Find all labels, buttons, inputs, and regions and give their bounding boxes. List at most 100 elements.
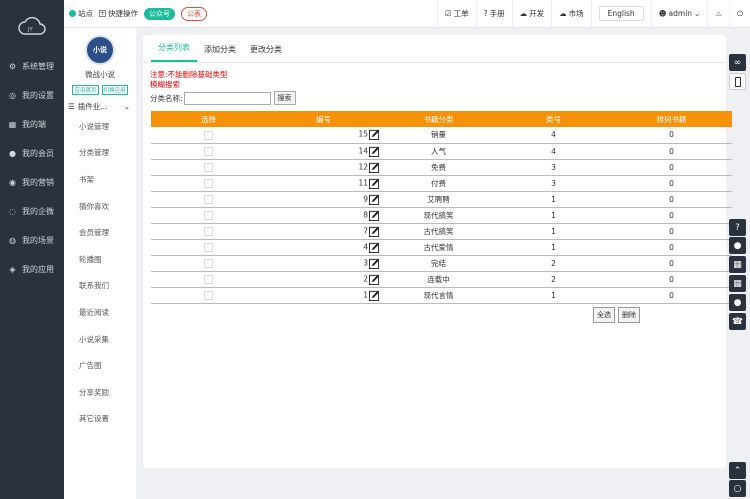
category-cell: 现代搞笑 [381, 207, 496, 224]
main-nav-item[interactable]: ▦ 我的端 [0, 110, 64, 139]
submenu-item[interactable]: 小说采集 [64, 326, 136, 353]
select-cell [151, 175, 266, 192]
edit-icon[interactable] [369, 242, 380, 253]
submenu-item[interactable]: 最近阅读 [64, 299, 136, 326]
brand-logo[interactable]: JY [0, 0, 64, 52]
official-account-tag[interactable]: 公众号 [144, 7, 175, 20]
edit-icon[interactable] [369, 129, 380, 141]
sort-cell: 0 [611, 223, 732, 240]
user-icon: ☻ [658, 9, 667, 18]
qrcode-icon: ▦ [733, 278, 742, 289]
tab-item[interactable]: 添加分类 [197, 44, 243, 62]
edit-icon[interactable] [369, 178, 380, 189]
app-home-button[interactable]: 应用首页 [72, 85, 99, 95]
submenu-item[interactable]: 轮播图 [64, 246, 136, 273]
edit-icon[interactable] [369, 226, 380, 237]
market-link[interactable]: ☁ 市场 [551, 0, 591, 28]
gear-icon: ⚙ [8, 62, 17, 71]
public-tag[interactable]: 公表 [181, 6, 207, 21]
submenu-item[interactable]: 联系我们 [64, 273, 136, 300]
qrcode2-float-button[interactable]: ▦ [729, 275, 746, 292]
row-checkbox[interactable] [204, 226, 213, 236]
language-button[interactable]: English [598, 6, 644, 21]
row-checkbox[interactable] [204, 194, 213, 204]
row-checkbox[interactable] [204, 178, 213, 188]
wechat-float-button[interactable]: ● [729, 294, 746, 311]
col-sort: 排列书籍 [611, 111, 732, 127]
table-row: 2 连载中 2 0 [151, 271, 732, 288]
row-checkbox[interactable] [204, 274, 213, 284]
id-cell: 4 [266, 239, 381, 256]
site-link[interactable]: 站点 [69, 8, 93, 19]
svg-text:JY: JY [27, 27, 33, 33]
submenu-item[interactable]: 猜你喜欢 [64, 193, 136, 220]
bell-button[interactable]: ♨ [707, 0, 729, 28]
cloud-icon: ☁ [519, 9, 528, 18]
row-checkbox[interactable] [204, 258, 213, 268]
main-nav-item[interactable]: ◌ 我的企微 [0, 197, 64, 226]
edit-icon[interactable] [369, 146, 380, 157]
phone-icon: ☎ [731, 316, 744, 327]
id-cell: 12 [266, 159, 381, 176]
main-nav-item[interactable]: ⚙ 系统管理 [0, 52, 64, 81]
submenu-item[interactable]: 书架 [64, 166, 136, 193]
submenu-item[interactable]: 会员管理 [64, 219, 136, 246]
main-nav-label: 我的设置 [22, 91, 54, 100]
manual-link[interactable]: ? 手册 [475, 0, 512, 28]
select-cell [151, 255, 266, 272]
select-all-button[interactable]: 全选 [593, 307, 615, 323]
edit-icon[interactable] [369, 210, 380, 221]
edit-icon[interactable] [369, 274, 380, 285]
row-checkbox[interactable] [204, 242, 213, 252]
switch-app-button[interactable]: 切换应用 [101, 85, 128, 95]
row-checkbox[interactable] [204, 210, 213, 220]
search-button[interactable]: 搜索 [273, 91, 296, 105]
scene-icon: ◍ [9, 236, 16, 245]
sort-cell: 0 [611, 255, 732, 272]
main-nav-label: 我的会员 [22, 149, 54, 158]
plugin-group[interactable]: ☰ 插件业... ⌄ [64, 99, 136, 113]
table-row: 8 现代搞笑 1 0 [151, 207, 732, 224]
category-name-input[interactable] [183, 91, 271, 105]
main-nav-item[interactable]: ◍ 我的场景 [0, 226, 64, 255]
submenu-item[interactable]: 小说管理 [64, 113, 136, 140]
main-nav-item[interactable]: ◉ 我的营销 [0, 168, 64, 197]
qq-icon: ● [733, 240, 742, 251]
phone-float-button[interactable]: ☎ [729, 313, 746, 330]
main-nav-label: 我的端 [22, 120, 46, 129]
question-icon: ? [735, 222, 740, 233]
row-checkbox[interactable] [204, 162, 213, 172]
qq-float-button[interactable]: ● [729, 237, 746, 254]
dev-link[interactable]: ☁ 开发 [511, 0, 552, 28]
main-nav-item[interactable]: ● 我的会员 [0, 139, 64, 168]
submenu-item[interactable]: 分类管理 [64, 140, 136, 167]
row-checkbox[interactable] [204, 290, 213, 300]
edit-icon[interactable] [369, 162, 380, 173]
quick-ops-link[interactable]: + 快捷操作 [99, 8, 138, 19]
row-checkbox[interactable] [204, 146, 213, 156]
power-button[interactable]: ⏻ [729, 0, 750, 28]
edit-icon[interactable] [369, 290, 380, 301]
submenu-item[interactable]: 其它设置 [64, 406, 136, 433]
id-cell: 14 [266, 143, 381, 160]
delete-button[interactable]: 删除 [618, 307, 640, 323]
submenu-item[interactable]: 分享奖励 [64, 379, 136, 406]
list-icon: ☰ [68, 101, 75, 111]
help-float-button[interactable]: ? [729, 219, 746, 236]
user-menu[interactable]: ☻ admin ⌄ [650, 0, 708, 28]
tab-item[interactable]: 分类列表 [151, 42, 197, 62]
main-nav-item[interactable]: ◎ 我的设置 [0, 81, 64, 110]
main-nav-item[interactable]: ◈ 我的应用 [0, 255, 64, 284]
submenu-item[interactable]: 广告图 [64, 352, 136, 379]
edit-icon[interactable] [369, 258, 380, 269]
chat-float-button[interactable]: ○ [729, 480, 746, 497]
row-checkbox[interactable] [204, 130, 213, 140]
ticket-link[interactable]: ☑ 工单 [436, 0, 476, 28]
mobile-float-button[interactable] [729, 73, 746, 90]
edit-icon[interactable] [369, 194, 380, 205]
qrcode-float-button[interactable]: ▦ [729, 256, 746, 273]
tab-item[interactable]: 更改分类 [243, 44, 289, 62]
search-form: 分类名称: 搜索 [150, 91, 726, 105]
link-float-button[interactable]: ∞ [729, 54, 746, 71]
scroll-top-button[interactable]: ⌃ [729, 462, 746, 479]
